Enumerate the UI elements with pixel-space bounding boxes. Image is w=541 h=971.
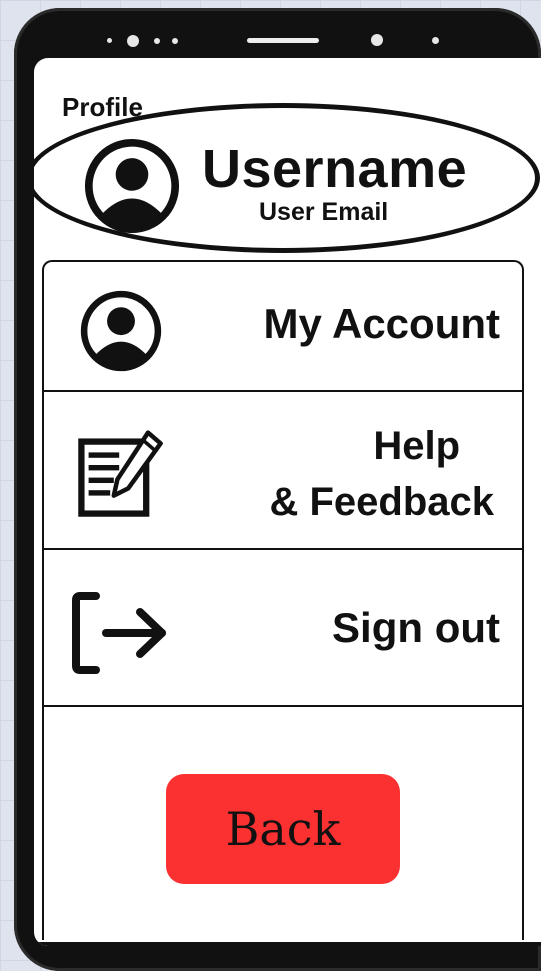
back-button[interactable]: Back xyxy=(166,774,400,884)
menu-item-my-account[interactable]: My Account xyxy=(44,262,522,392)
menu-item-label: My Account xyxy=(263,300,500,347)
camera-dot xyxy=(127,35,139,47)
sign-out-arrow-icon xyxy=(72,592,166,674)
speaker-dot xyxy=(154,38,160,44)
edit-document-icon xyxy=(78,430,163,517)
menu-item-sign-out[interactable]: Sign out xyxy=(44,550,522,707)
speaker-dot xyxy=(107,38,112,43)
user-email: User Email xyxy=(259,198,389,226)
sensor-dot xyxy=(432,37,439,44)
menu-item-label-line: & Feedback xyxy=(269,480,494,524)
username: Username xyxy=(202,139,468,199)
menu-item-label: Sign out xyxy=(332,604,500,651)
menu-item-help-feedback[interactable]: Help & Feedback xyxy=(44,392,522,550)
menu-item-label-line: Help xyxy=(373,424,461,468)
user-circle-icon xyxy=(84,138,180,234)
speaker-dot xyxy=(172,38,178,44)
user-circle-icon xyxy=(80,290,162,372)
speaker-grille xyxy=(247,38,319,43)
phone-screen: Profile Username User Email My Account H… xyxy=(34,58,541,946)
page-title: Profile xyxy=(62,92,143,122)
sensor-dot xyxy=(371,34,383,46)
phone-side-button xyxy=(22,343,32,393)
phone-side-button xyxy=(22,158,32,276)
phone-bottom-edge xyxy=(34,942,541,946)
menu-item-label: Help & Feedback xyxy=(269,418,494,530)
